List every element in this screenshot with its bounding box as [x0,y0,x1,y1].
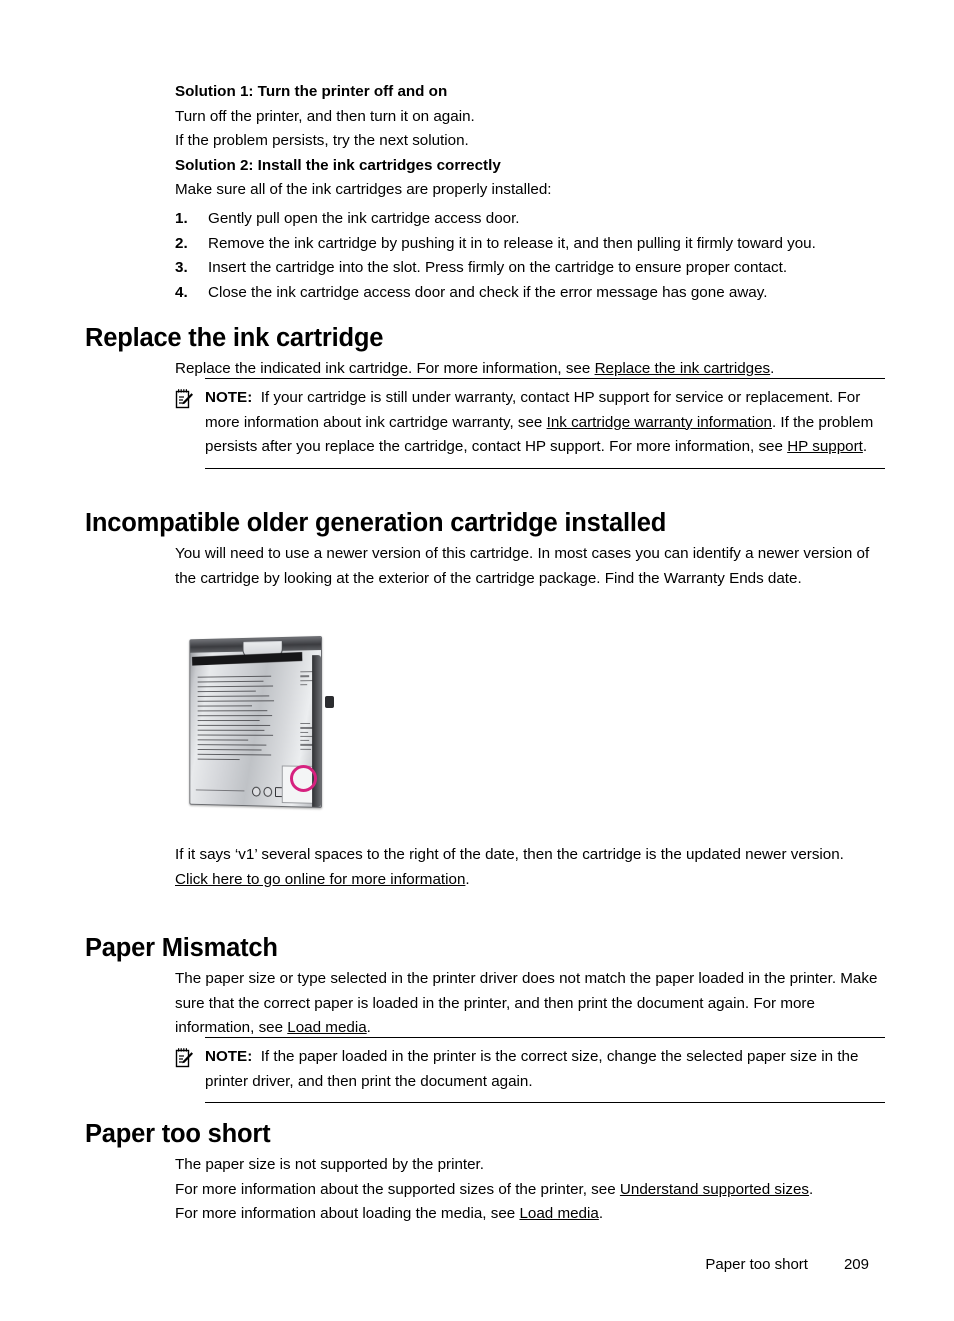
paragraph-text-end: . [770,360,775,377]
footer-section-title: Paper too short [705,1256,808,1273]
note-text: NOTE: If your cartridge is still under w… [205,386,885,460]
page-footer: Paper too short 209 [0,1256,954,1273]
page-title-paper-mismatch: Paper Mismatch [85,934,278,962]
paragraph-text: Replace the indicated ink cartridge. For… [175,360,595,377]
paragraph: If it says ‘v1’ several spaces to the ri… [175,846,844,863]
note-bottom-divider [205,467,885,469]
paragraph: The paper size or type selected in the p… [175,967,887,1041]
ink-cartridge-package-photo [180,632,334,810]
list-item: Gently pull open the ink cartridge acces… [175,207,520,231]
incompatible-cartridge-paragraph: You will need to use a newer version of … [175,542,887,591]
solution-2-heading: Solution 2: Install the ink cartridges c… [175,156,501,174]
list-item: Close the ink cartridge access door and … [175,281,768,305]
paragraph-text-end: . [366,1019,371,1037]
paragraph-online-link: Click here to go online for more informa… [175,868,887,893]
paragraph-text-end: . [809,1180,814,1198]
warranty-date-highlight-ring [290,765,317,792]
link-hp-support[interactable]: HP support [787,438,863,455]
page-title-replace-ink-cartridge: Replace the ink cartridge [85,324,384,352]
note-text-part-3: . [862,438,868,456]
footer-page-number: 209 [843,1256,869,1273]
note-bottom-divider [205,1102,885,1104]
paragraph: For more information about the supported… [175,1178,887,1203]
paragraph: You will need to use a newer version of … [175,545,870,587]
document-page: Solution 1: Turn the printer off and on … [0,0,954,1321]
solution-1-heading: Solution 1: Turn the printer off and on [175,83,448,100]
note-label: NOTE: [205,389,253,406]
note-pencil-icon [175,1047,194,1068]
install-steps-list: Gently pull open the ink cartridge acces… [175,207,887,305]
ce-mark-icon-2 [263,786,273,797]
list-item: Insert the cartridge into the slot. Pres… [175,256,788,280]
page-title-paper-too-short: Paper too short [85,1120,271,1148]
paper-mismatch-paragraph: The paper size or type selected in the p… [175,967,887,1041]
note-pencil-icon [175,388,194,409]
paragraph-text: For more information about loading the m… [175,1205,520,1223]
package-fine-print [197,675,277,765]
ce-mark-icon [251,786,261,797]
link-understand-supported-sizes[interactable]: Understand supported sizes [620,1181,809,1198]
link-ink-cartridge-warranty-information[interactable]: Ink cartridge warranty information [547,414,772,431]
solutions-block: Solution 1: Turn the printer off and on … [175,80,887,305]
page-title-incompatible-cartridge: Incompatible older generation cartridge … [85,509,667,537]
link-click-here-go-online[interactable]: Click here to go online for more informa… [175,871,465,888]
solution-2-intro: Make sure all of the ink cartridges are … [175,181,552,199]
link-load-media[interactable]: Load media [519,1205,598,1222]
solution-1-line-1: Turn off the printer, and then turn it o… [175,107,475,125]
link-replace-the-ink-cartridges[interactable]: Replace the ink cartridges [595,360,771,377]
note-label: NOTE: [205,1048,253,1065]
paragraph: The paper size is not supported by the p… [175,1156,484,1173]
list-item: Remove the ink cartridge by pushing it i… [175,232,816,256]
paper-too-short-body: The paper size is not supported by the p… [175,1153,887,1227]
link-load-media[interactable]: Load media [287,1019,366,1036]
paragraph-text-end: . [465,870,470,888]
note-text-body: If the paper loaded in the printer is th… [205,1048,859,1090]
note-box-replace-cartridge: NOTE: If your cartridge is still under w… [175,378,885,469]
package-bottom-print [195,789,245,792]
solution-1-line-2: If the problem persists, try the next so… [175,132,469,150]
note-text: NOTE: If the paper loaded in the printer… [205,1045,885,1094]
paragraph-text-end: . [598,1205,604,1223]
note-box-paper-mismatch: NOTE: If the paper loaded in the printer… [175,1037,885,1104]
package-notch [325,696,334,708]
package-dark-band [192,651,303,666]
incompatible-cartridge-after-image: If it says ‘v1’ several spaces to the ri… [175,843,887,892]
paragraph: For more information about loading the m… [175,1202,887,1227]
paragraph-text: For more information about the supported… [175,1180,620,1198]
paragraph-text: The paper size or type selected in the p… [175,970,878,1037]
